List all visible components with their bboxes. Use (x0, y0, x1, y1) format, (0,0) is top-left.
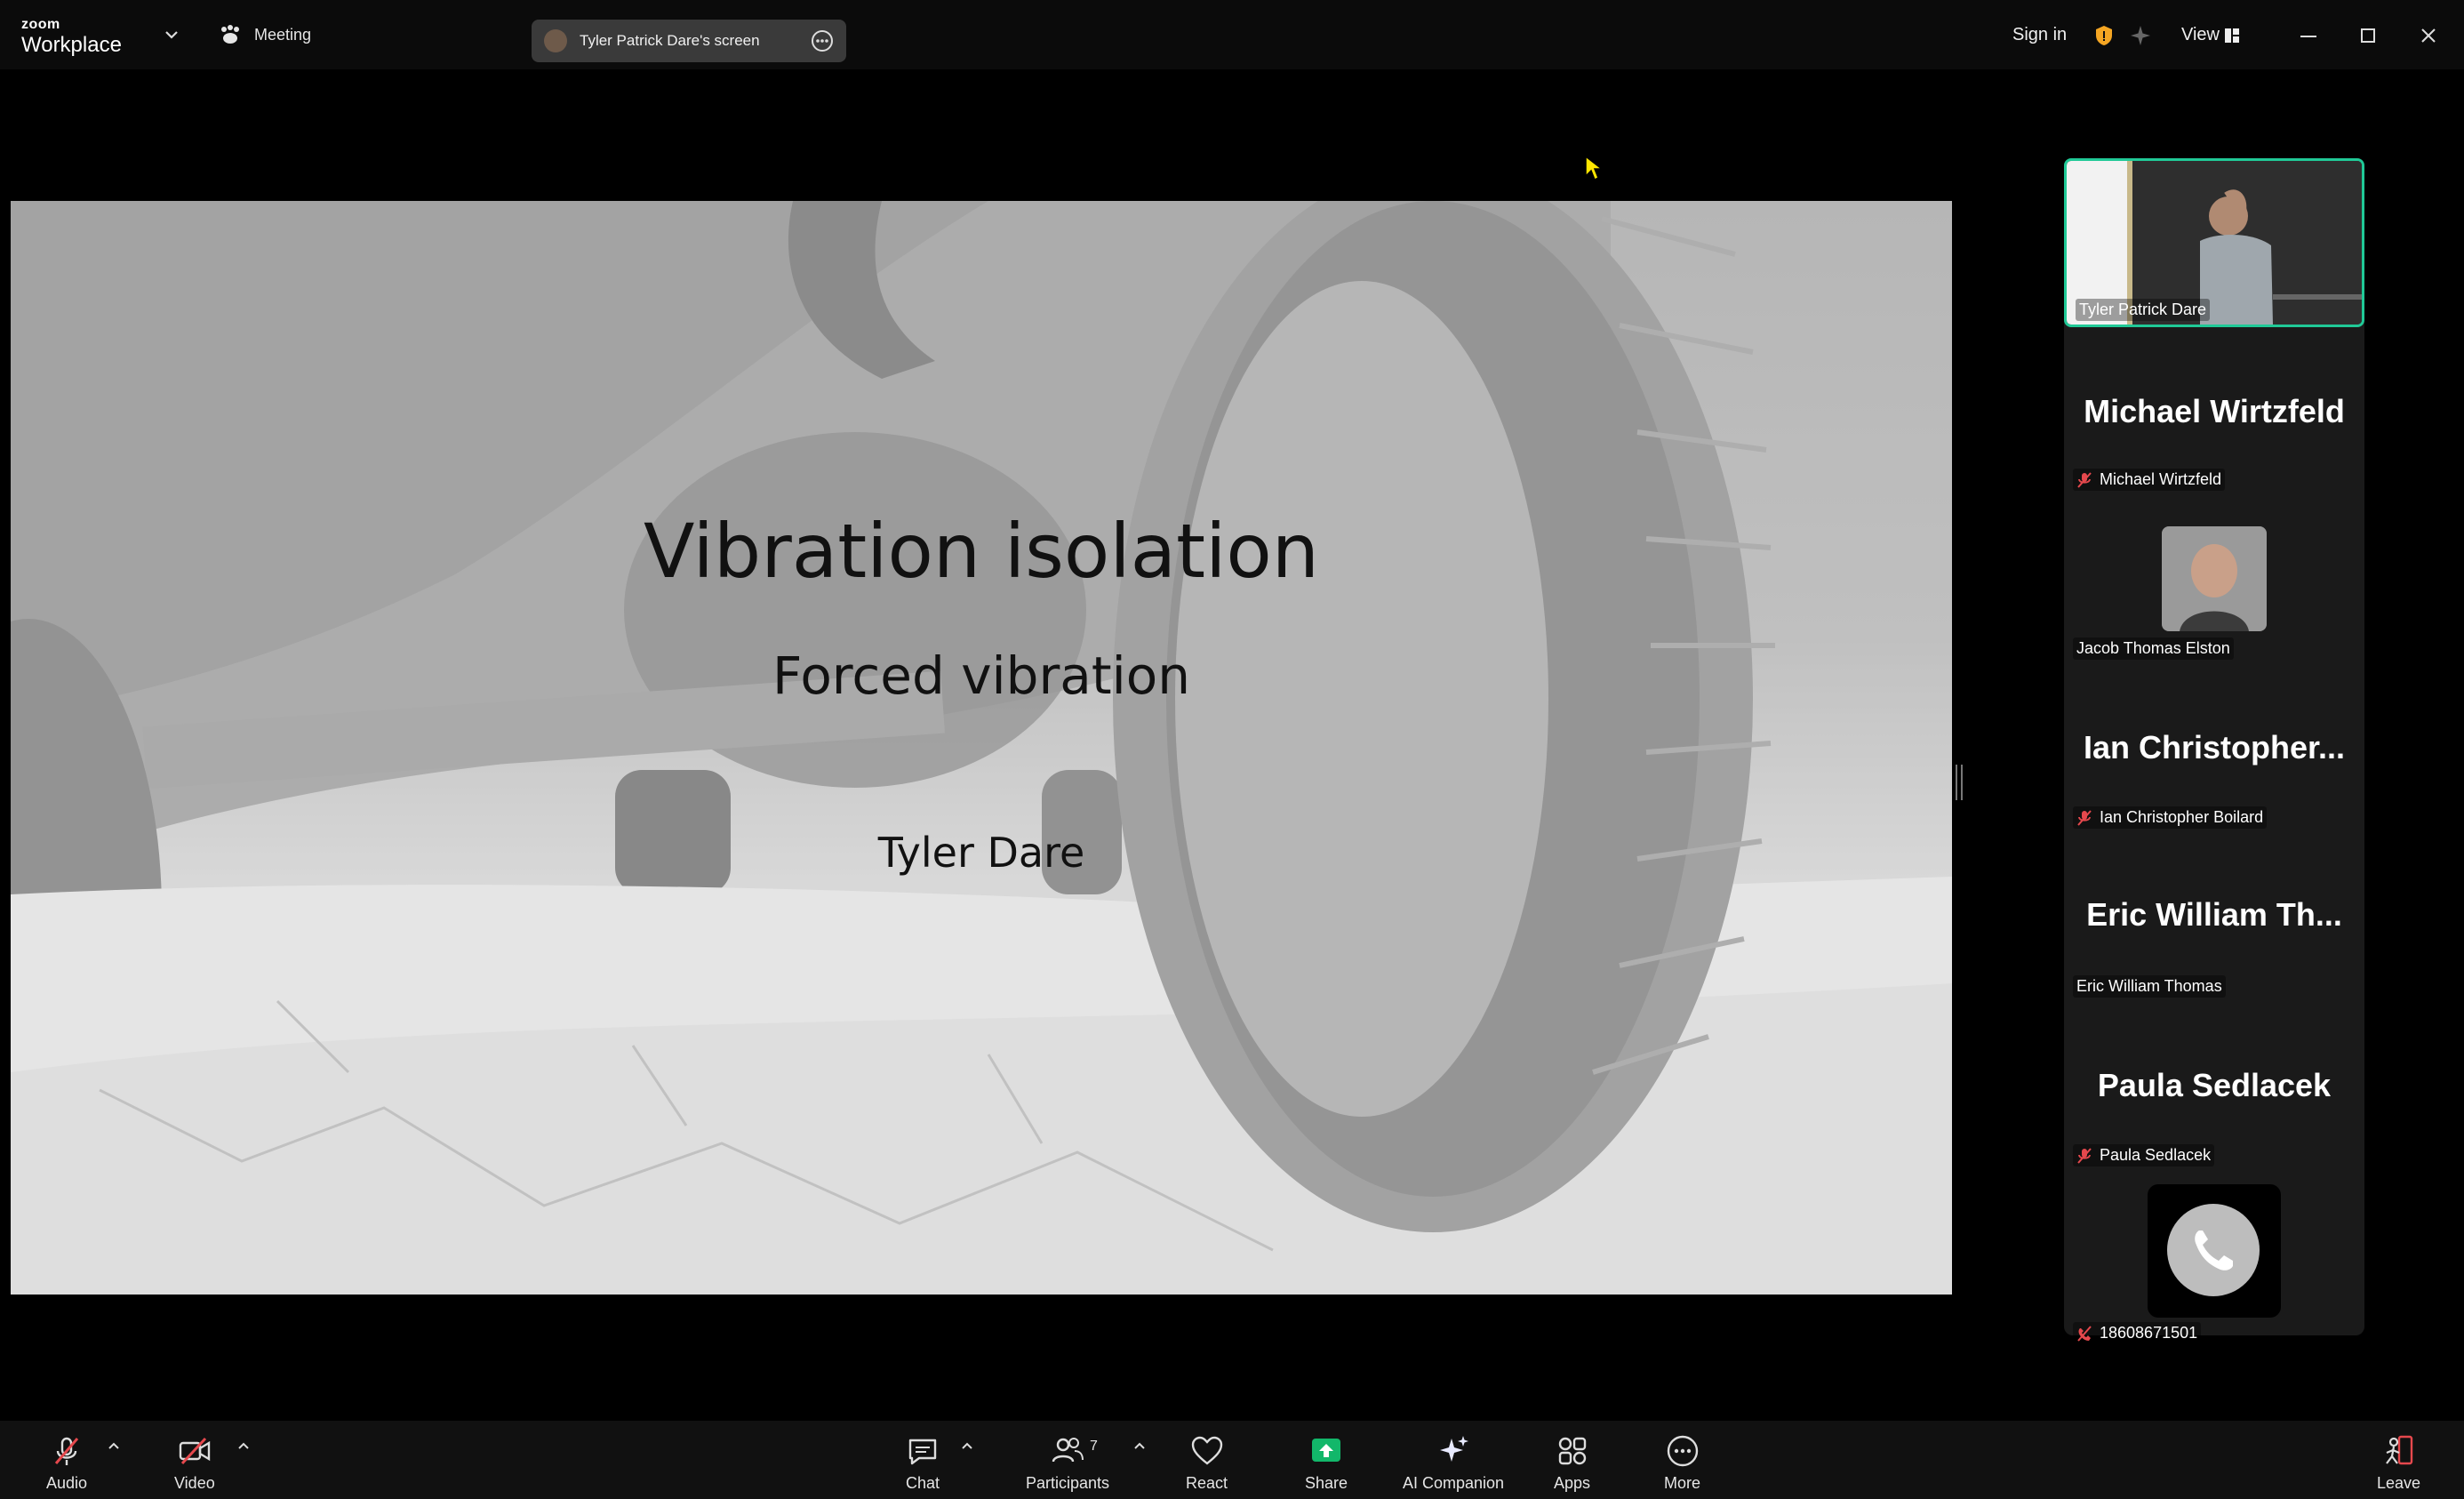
participant-name-label: Eric William Thomas (2073, 975, 2226, 998)
close-icon[interactable] (2420, 27, 2437, 44)
participant-name: Tyler Patrick Dare (2079, 301, 2207, 318)
leave-button[interactable]: Leave (2377, 1433, 2420, 1493)
avatar (544, 29, 567, 52)
screen-share-indicator[interactable]: Tyler Patrick Dare's screen (532, 20, 846, 62)
participants-label: Participants (1026, 1474, 1110, 1492)
chevron-up-icon[interactable] (236, 1440, 251, 1451)
chevron-up-icon[interactable] (1132, 1440, 1147, 1451)
minimize-icon[interactable] (2299, 28, 2318, 41)
participant-tile[interactable]: Ian Christopher... Ian Christopher Boila… (2064, 672, 2364, 841)
share-button[interactable]: Share (1305, 1433, 1348, 1493)
video-button[interactable]: Video (174, 1433, 215, 1493)
video-off-icon (179, 1437, 211, 1465)
participant-name-label: Tyler Patrick Dare (2076, 299, 2211, 321)
shield-icon[interactable] (2094, 25, 2114, 46)
phone-icon-circle (2167, 1204, 2260, 1296)
leave-icon (2385, 1435, 2412, 1465)
react-label: React (1186, 1474, 1228, 1492)
shared-screen-slide: Vibration isolation Forced vibration Tyl… (11, 201, 1952, 1295)
participants-count: 7 (1090, 1439, 1098, 1454)
more-options-icon[interactable] (811, 29, 834, 52)
participants-icon (1052, 1438, 1084, 1463)
zoom-logo: zoom Workplace (21, 18, 122, 56)
share-label: Tyler Patrick Dare's screen (580, 32, 760, 49)
participant-name-label: Michael Wirtzfeld (2073, 469, 2226, 491)
audio-button[interactable]: Audio (46, 1433, 87, 1493)
participant-display-name: Ian Christopher... (2083, 729, 2346, 766)
participant-display-name: Michael Wirtzfeld (2084, 393, 2345, 429)
avatar (2162, 526, 2267, 631)
participant-tile[interactable]: Eric William Th... Eric William Thomas (2064, 841, 2364, 1010)
apps-label: Apps (1554, 1474, 1591, 1492)
more-button[interactable]: More (1664, 1433, 1700, 1493)
leave-label: Leave (2377, 1474, 2421, 1492)
more-label: More (1664, 1474, 1701, 1492)
ai-companion-label: AI Companion (1403, 1474, 1505, 1492)
mouse-pointer-icon (1585, 155, 1604, 181)
view-button[interactable]: View (2181, 25, 2220, 45)
meeting-label: Meeting (254, 25, 312, 44)
maximize-icon[interactable] (2359, 27, 2377, 44)
video-label: Video (174, 1474, 215, 1492)
participant-name: Jacob Thomas Elston (2076, 639, 2230, 657)
participant-name: 18608671501 (2100, 1324, 2198, 1342)
slide-author: Tyler Dare (877, 829, 1085, 877)
participant-name-label: 18608671501 (2073, 1322, 2202, 1344)
apps-icon (1558, 1437, 1586, 1465)
participant-name: Eric William Thomas (2076, 977, 2222, 995)
chevron-up-icon[interactable] (960, 1440, 974, 1451)
participant-name-label: Paula Sedlacek (2073, 1144, 2215, 1166)
chat-icon (908, 1439, 937, 1465)
sparkle-icon (1440, 1436, 1469, 1462)
logo-small-text: zoom (21, 17, 60, 32)
participant-name: Michael Wirtzfeld (2100, 470, 2222, 488)
mic-muted-icon (54, 1437, 79, 1465)
audio-label: Audio (46, 1474, 88, 1492)
participant-tile[interactable]: Jacob Thomas Elston (2064, 503, 2364, 672)
chevron-down-icon[interactable] (164, 28, 180, 41)
logo-product-text: Workplace (21, 33, 122, 57)
ai-companion-button[interactable]: AI Companion (1403, 1433, 1504, 1493)
phone-muted-icon (2077, 1325, 2092, 1342)
meeting-info-button[interactable]: Meeting (219, 25, 311, 44)
mic-muted-icon (2077, 471, 2092, 488)
react-button[interactable]: React (1186, 1433, 1228, 1493)
sign-in-link[interactable]: Sign in (2012, 25, 2067, 45)
more-icon (1667, 1435, 1698, 1467)
participant-tile[interactable]: Michael Wirtzfeld Michael Wirtzfeld (2064, 334, 2364, 503)
title-bar: zoom Workplace Meeting Tyler Patrick Dar… (0, 0, 2464, 69)
slide-background-image (11, 201, 1952, 1295)
active-speaker-tile[interactable]: Tyler Patrick Dare (2064, 158, 2364, 327)
profile-photo (2162, 526, 2267, 631)
chat-label: Chat (905, 1474, 940, 1492)
meeting-toolbar: Audio Video Chat Participants 7 React Sh… (0, 1421, 2464, 1499)
chevron-up-icon[interactable] (107, 1440, 121, 1451)
slide-subtitle: Forced vibration (772, 645, 1190, 706)
phone-icon (2195, 1230, 2233, 1271)
participant-display-name: Eric William Th... (2086, 896, 2342, 933)
phone-avatar (2148, 1184, 2281, 1318)
participant-name: Ian Christopher Boilard (2100, 808, 2264, 826)
mic-muted-icon (2077, 1147, 2092, 1164)
share-screen-icon (1312, 1439, 1341, 1462)
mic-muted-icon (2077, 809, 2092, 826)
participant-tile[interactable]: 18608671501 (2064, 1179, 2364, 1348)
sparkle-icon[interactable] (2130, 25, 2151, 46)
paw-icon (221, 25, 239, 44)
participant-name-label: Ian Christopher Boilard (2073, 806, 2268, 829)
participant-display-name: Paula Sedlacek (2097, 1067, 2332, 1103)
participant-name: Paula Sedlacek (2100, 1146, 2212, 1164)
participant-tile[interactable]: Paula Sedlacek Paula Sedlacek (2064, 1010, 2364, 1179)
participant-name-label: Jacob Thomas Elston (2073, 637, 2234, 660)
grid-view-icon[interactable] (2224, 27, 2240, 44)
share-label: Share (1305, 1474, 1348, 1492)
slide-title: Vibration isolation (643, 508, 1320, 595)
apps-button[interactable]: Apps (1554, 1433, 1590, 1493)
chat-button[interactable]: Chat (905, 1433, 940, 1493)
panel-resize-handle[interactable] (1956, 765, 1963, 800)
heart-icon (1191, 1436, 1222, 1465)
